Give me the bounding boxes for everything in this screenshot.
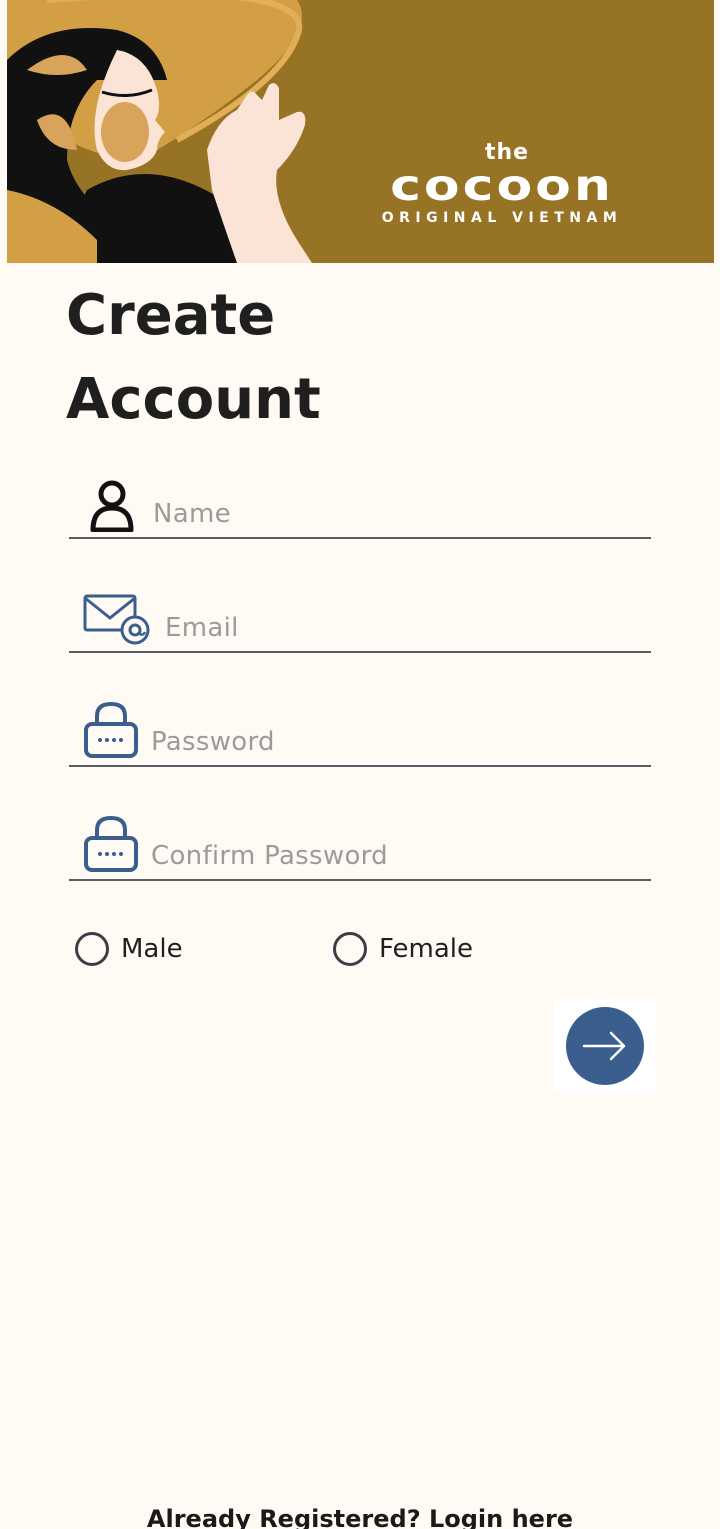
page-title: Create Account <box>66 274 366 442</box>
login-link[interactable]: Already Registered? Login here <box>0 1505 720 1529</box>
page-title-line1: Create <box>66 283 276 348</box>
password-input[interactable]: Password <box>151 727 275 757</box>
name-field[interactable]: Name <box>69 478 651 539</box>
gender-radio-group: Male Female <box>75 932 675 972</box>
radio-button-female[interactable] <box>333 932 367 966</box>
email-field[interactable]: Email <box>69 594 651 653</box>
radio-female[interactable]: Female <box>333 932 473 966</box>
radio-label-male: Male <box>121 934 183 964</box>
person-icon <box>89 478 135 537</box>
email-input[interactable]: Email <box>165 613 239 643</box>
next-button[interactable] <box>566 1007 644 1085</box>
brand-logo: the cocoon ORIGINAL VIETNAM <box>347 142 657 227</box>
name-input[interactable]: Name <box>153 499 231 529</box>
brand-subtitle: ORIGINAL VIETNAM <box>381 210 623 226</box>
radio-male[interactable]: Male <box>75 932 183 966</box>
email-at-icon <box>83 590 153 651</box>
next-button-container <box>554 1000 656 1092</box>
lock-icon <box>83 814 139 879</box>
arrow-right-icon <box>582 1031 626 1061</box>
page-title-line2: Account <box>66 367 321 432</box>
password-field[interactable]: Password <box>69 701 651 767</box>
header-banner: the cocoon ORIGINAL VIETNAM <box>7 0 714 263</box>
lock-icon <box>83 700 139 765</box>
radio-label-female: Female <box>379 934 474 964</box>
radio-button-male[interactable] <box>75 932 109 966</box>
brand-name: cocoon <box>390 161 614 211</box>
confirm-password-field[interactable]: Confirm Password <box>69 815 651 881</box>
confirm-password-input[interactable]: Confirm Password <box>151 841 388 871</box>
